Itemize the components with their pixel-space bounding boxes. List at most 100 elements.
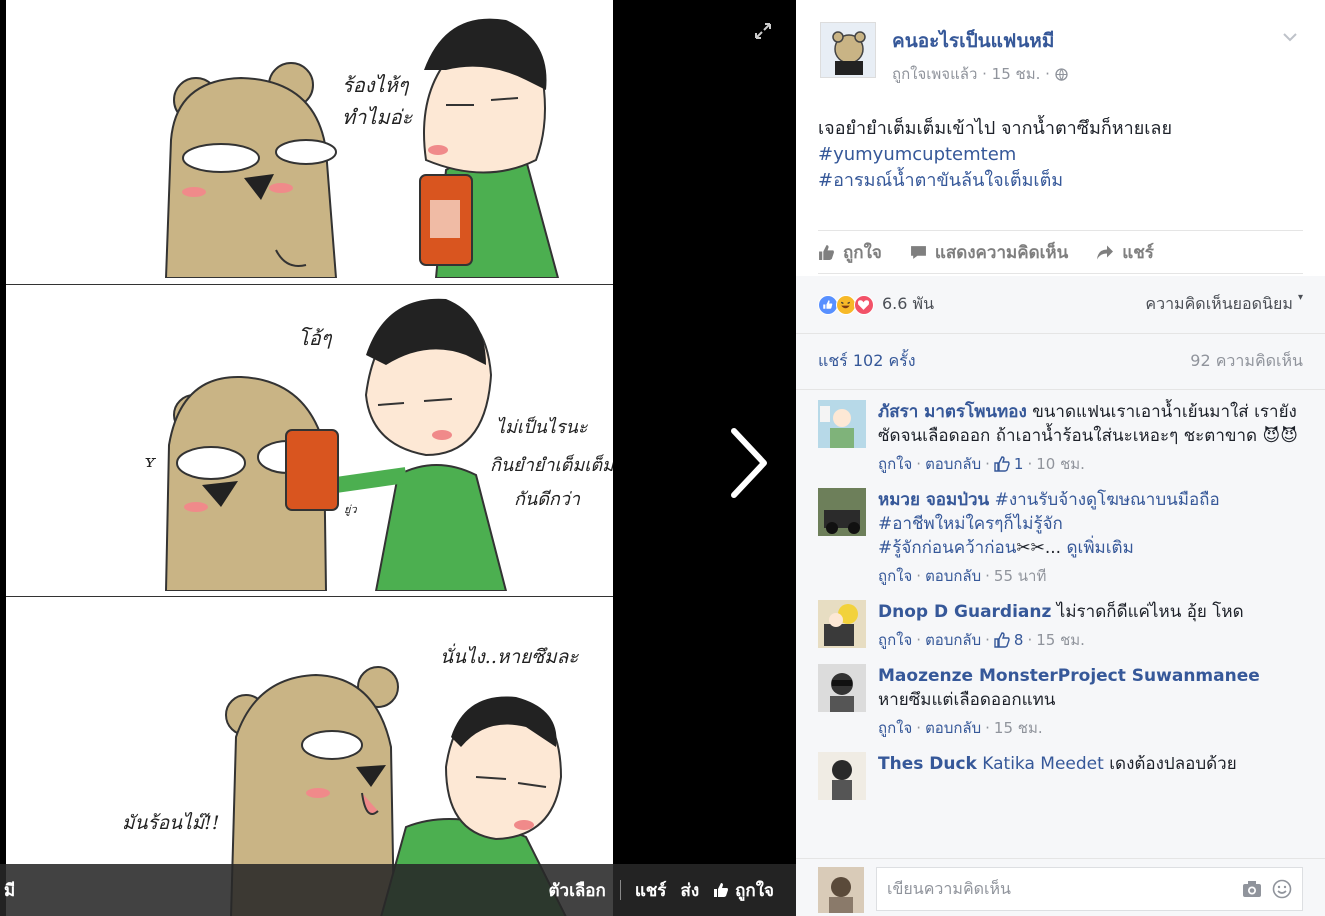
avatar[interactable] (818, 600, 866, 648)
haha-reaction-icon (836, 294, 856, 315)
comment-like-count[interactable]: 1 (1014, 452, 1024, 476)
comment-time[interactable]: 55 นาที (994, 564, 1046, 588)
top-comments-dropdown[interactable]: ความคิดเห็นยอดนิยม ▾ (1145, 292, 1303, 317)
comment-reply-link[interactable]: ตอบกลับ (925, 628, 981, 652)
expand-icon[interactable] (752, 20, 774, 42)
svg-text:ʏ: ʏ (144, 451, 157, 472)
comment-like-link[interactable]: ถูกใจ (878, 716, 912, 740)
share-label: แชร์ (1122, 242, 1154, 263)
like-button[interactable]: ถูกใจ (818, 239, 882, 266)
avatar[interactable] (818, 400, 866, 448)
panel3-bubble-left: มันร้อนไม๊!! (122, 811, 219, 834)
hashtag-link[interactable]: #อารมณ์น้ำตาขันล้นใจเต็มเต็ม (818, 168, 1303, 194)
chevron-right-icon[interactable] (720, 425, 776, 501)
like-reaction-icon (818, 294, 838, 315)
avatar[interactable] (818, 867, 864, 913)
post-text: เจอยำยำเต็มเต็มเข้าไป จากน้ำตาซึมก็หายเล… (818, 118, 1172, 139)
avatar[interactable] (818, 664, 866, 712)
comment-like-link[interactable]: ถูกใจ (878, 452, 912, 476)
comment-count-link[interactable]: 92 ความคิดเห็น (1190, 349, 1303, 374)
viewer-action-bar: มี ตัวเลือก แชร์ ส่ง ถูกใจ (0, 864, 796, 916)
reaction-count[interactable]: 6.6 พัน (882, 292, 934, 317)
mention-link[interactable]: Katika Meedet (982, 754, 1104, 774)
comment-author[interactable]: Dnop D Guardianz (878, 602, 1051, 622)
see-more-link[interactable]: ดูเพิ่มเติม (1066, 538, 1133, 558)
viewer-bar-title: มี (4, 880, 16, 901)
comment-author[interactable]: Thes Duck (878, 754, 977, 774)
comment-like-link[interactable]: ถูกใจ (878, 628, 912, 652)
hashtag-link[interactable]: #งานรับจ้างดูโฆษณาบนมือถือ (995, 490, 1220, 510)
panel2-bubble-right-3: กันดีกว่า (514, 489, 581, 510)
top-comments-label: ความคิดเห็นยอดนิยม (1145, 294, 1293, 313)
page-avatar[interactable] (820, 22, 876, 78)
reaction-summary[interactable]: 6.6 พัน (818, 292, 934, 317)
share-button[interactable]: แชร์ (1096, 239, 1154, 266)
panel2-bubble-right-2: กินยำยำเต็มเต็ม (490, 454, 613, 476)
comment-input[interactable]: เขียนความคิดเห็น (876, 867, 1303, 911)
divider (619, 880, 621, 900)
viewer-like-label: ถูกใจ (735, 880, 774, 901)
hashtag-link[interactable]: #yumyumcuptemtem (818, 142, 1303, 168)
comic-panel-2: โอ้ๆ ไม่เป็นไรนะ กินยำยำเต็มเต็ม กันดีกว… (6, 284, 613, 591)
reactions-row: 6.6 พัน ความคิดเห็นยอดนิยม ▾ (796, 276, 1325, 334)
chevron-down-icon[interactable] (1281, 28, 1299, 46)
comment-reply-link[interactable]: ตอบกลับ (925, 452, 981, 476)
hashtag-link[interactable]: #อาชีพใหม่ใครๆก็ไม่รู้จัก (878, 514, 1063, 534)
comment-time[interactable]: 10 ชม. (1036, 452, 1085, 476)
share-icon (1097, 245, 1114, 259)
caret-down-icon: ▾ (1297, 292, 1303, 303)
comment-composer: เขียนความคิดเห็น (796, 858, 1325, 916)
comments-list: ภัสรา มาตรโพนทอง ขนาดแฟนเราเอาน้ำเย้นมาใ… (796, 390, 1325, 800)
comment-reply-link[interactable]: ตอบกลับ (925, 716, 981, 740)
comment-like-link[interactable]: ถูกใจ (878, 564, 912, 588)
comment-time[interactable]: 15 ชม. (994, 716, 1043, 740)
post-body: เจอยำยำเต็มเต็มเข้าไป จากน้ำตาซึมก็หายเล… (796, 98, 1325, 230)
comment-reply-link[interactable]: ตอบกลับ (925, 564, 981, 588)
comment-button[interactable]: แสดงความคิดเห็น (910, 239, 1068, 266)
comment-item: Maozenze MonsterProject Suwanmanee หายซึ… (818, 664, 1303, 740)
comment-like-count[interactable]: 8 (1014, 628, 1024, 652)
options-button[interactable]: ตัวเลือก (548, 877, 605, 904)
post-action-row: ถูกใจ แสดงความคิดเห็น แชร์ (818, 230, 1303, 274)
panel2-small-text: ยู่ว (344, 503, 357, 516)
comment-input-placeholder: เขียนความคิดเห็น (887, 878, 1011, 898)
ellipsis: ... (1044, 538, 1062, 558)
comment-text: เดงต้องปลอบด้วย (1109, 754, 1237, 774)
thumbs-up-icon (819, 244, 834, 260)
page-name-link[interactable]: คนอะไรเป็นแฟนหมี (892, 26, 1054, 56)
like-label: ถูกใจ (843, 242, 882, 263)
comic-panel-1: ร้องไห้ๆ ทำไมอ่ะ (6, 0, 613, 278)
comment-time[interactable]: 15 ชม. (1036, 628, 1085, 652)
comment-author[interactable]: ภัสรา มาตรโพนทอง (878, 402, 1027, 422)
viewer-like-button[interactable]: ถูกใจ (713, 877, 774, 904)
comment-icon (910, 245, 926, 259)
camera-icon[interactable] (1242, 880, 1262, 898)
avatar[interactable] (818, 488, 866, 536)
comic-photo[interactable]: ร้องไห้ๆ ทำไมอ่ะ โอ้ๆ ไม่เป็นไรนะ กินยำย… (6, 0, 613, 916)
reactions-and-comments: 6.6 พัน ความคิดเห็นยอดนิยม ▾ แชร์ 102 คร… (796, 276, 1325, 916)
post-meta-text: ถูกใจเพจแล้ว · 15 ชม. · (892, 65, 1050, 83)
share-count-link[interactable]: แชร์ 102 ครั้ง (818, 349, 916, 374)
comment-author[interactable]: หมวย จอมป่วน (878, 490, 989, 510)
comment-item: Dnop D Guardianz ไม่ราดก็ดีแค่ไหน อุ้ย โ… (818, 600, 1303, 652)
globe-icon[interactable] (1055, 68, 1068, 82)
panel1-bubble-2: ทำไมอ่ะ (342, 105, 414, 129)
viewer-share-button[interactable]: แชร์ (635, 877, 667, 904)
emoji-icon[interactable] (1272, 879, 1292, 899)
thumbs-up-icon (994, 632, 1010, 648)
comment-text: ไม่ราดก็ดีแค่ไหน อุ้ย โหด (1056, 602, 1244, 622)
comment-item: ภัสรา มาตรโพนทอง ขนาดแฟนเราเอาน้ำเย้นมาใ… (818, 400, 1303, 476)
thumbs-up-icon (714, 883, 729, 897)
avatar[interactable] (818, 752, 866, 800)
panel3-bubble-top: นั่นไง..หายซึมละ (440, 643, 579, 668)
panel2-bubble-right-1: ไม่เป็นไรนะ (496, 416, 589, 438)
post-side-panel: คนอะไรเป็นแฟนหมี ถูกใจเพจแล้ว · 15 ชม. ·… (796, 0, 1325, 916)
comment-author[interactable]: Maozenze MonsterProject Suwanmanee (878, 666, 1260, 686)
send-button[interactable]: ส่ง (680, 877, 699, 904)
post-header: คนอะไรเป็นแฟนหมี ถูกใจเพจแล้ว · 15 ชม. · (796, 0, 1325, 98)
bear-figure (164, 62, 338, 278)
thumbs-up-icon (994, 456, 1010, 472)
comment-item: Thes Duck Katika Meedet เดงต้องปลอบด้วย (818, 752, 1303, 800)
hashtag-link[interactable]: #รู้จักก่อนคว้าก่อน (878, 538, 1016, 558)
comment-text: หายซึมแต่เลือดออกแทน (878, 690, 1056, 710)
